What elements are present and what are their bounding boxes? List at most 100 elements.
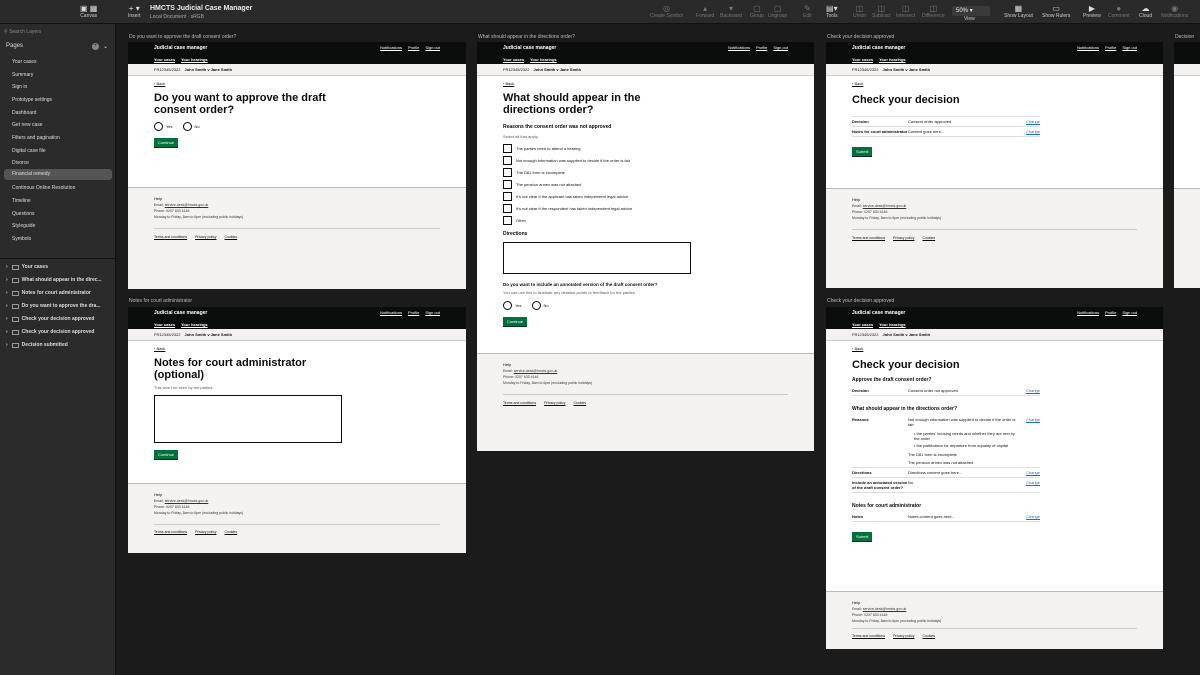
preview-button[interactable]: ▶ Preview	[1083, 4, 1101, 19]
artboard-decision-partial[interactable]	[1174, 42, 1200, 288]
artboard-label[interactable]: Decision	[1175, 34, 1194, 40]
add-page-icon[interactable]: +	[92, 43, 99, 50]
page-item[interactable]: Divorce	[12, 160, 29, 166]
cloud-button[interactable]: ☁ Cloud	[1139, 4, 1152, 19]
back-link[interactable]: ‹ Back	[154, 81, 466, 86]
page-item[interactable]: Timeline	[12, 198, 31, 204]
insert-button[interactable]: + ▾ Insert	[128, 4, 141, 19]
comment-button[interactable]: ● Comment	[1108, 4, 1130, 19]
canvas-button[interactable]: ▣ ▦ Canvas	[80, 4, 97, 19]
reason-checkbox[interactable]: The D81 form is incomplete	[503, 167, 814, 177]
page-item[interactable]: Filters and pagination	[12, 135, 60, 141]
page-item[interactable]: Summary	[12, 72, 33, 78]
reason-checkbox[interactable]: The pension annex was not attached	[503, 179, 814, 189]
layer-item[interactable]: › What should appear in the direc...	[6, 277, 102, 283]
layer-item[interactable]: › Notes for court administrator	[6, 290, 91, 296]
change-link[interactable]: Change	[1026, 119, 1040, 124]
intersect-button[interactable]: ◫ Intersect	[896, 4, 915, 19]
change-link[interactable]: Change	[1026, 480, 1040, 485]
ungroup-button[interactable]: ▢ Ungroup	[768, 4, 787, 19]
tools-button[interactable]: ▤▾ Tools	[826, 4, 838, 19]
artboard-icon	[11, 264, 19, 270]
change-link[interactable]: Change	[1026, 470, 1040, 475]
email-link[interactable]: service-desk@hmcts.gov.uk	[863, 607, 907, 611]
backward-button[interactable]: ▾ Backward	[720, 4, 742, 19]
approve-radios: Yes No	[154, 122, 466, 131]
email-link[interactable]: service-desk@hmcts.gov.uk	[863, 204, 907, 208]
artboard-directions[interactable]: Judicial case manager Notifications Profi…	[477, 42, 814, 451]
artboard-label[interactable]: Do you want to approve the draft consent…	[129, 34, 236, 40]
continue-button[interactable]: Continue	[503, 317, 528, 327]
reason-checkbox[interactable]: Not enough information was supplied to d…	[503, 155, 814, 165]
page-item[interactable]: Questions	[12, 211, 35, 217]
submit-button[interactable]: Submit	[852, 532, 873, 542]
back-link[interactable]: ‹ Back	[503, 81, 814, 86]
layer-item[interactable]: › Decision submitted	[6, 342, 68, 348]
notifications-button[interactable]: ◉ Notifications	[1161, 4, 1188, 19]
change-link[interactable]: Change	[1026, 388, 1040, 393]
change-link[interactable]: Change	[1026, 417, 1040, 422]
artboard-label[interactable]: What should appear in the directions ord…	[478, 34, 575, 40]
change-link[interactable]: Change	[1026, 129, 1040, 134]
change-link[interactable]: Change	[1026, 514, 1040, 519]
email-link[interactable]: service-desk@hmcts.gov.uk	[165, 499, 209, 503]
artboard-check-not-approved[interactable]: Judicial case manager Notifications Profi…	[826, 307, 1163, 649]
page-item[interactable]: Sign in	[12, 84, 27, 90]
page-item[interactable]: Digital case file	[12, 148, 46, 154]
chevron-down-icon[interactable]: ⌄	[103, 43, 108, 50]
directions-textarea[interactable]	[503, 242, 691, 274]
edit-button[interactable]: ✎ Edit	[803, 4, 812, 19]
page-item[interactable]: Get new case	[12, 122, 43, 128]
layer-item[interactable]: › Your cases	[6, 264, 48, 270]
page-item[interactable]: Your cases	[12, 59, 37, 65]
layer-item[interactable]: › Check your decision approved	[6, 329, 94, 335]
create-symbol-button[interactable]: ◎ Create Symbol	[650, 4, 683, 19]
page-item[interactable]: Styleguide	[12, 223, 35, 229]
group-button[interactable]: ▢ Group	[750, 4, 764, 19]
artboard-label[interactable]: Check your decision approved	[827, 298, 894, 304]
artboard-label[interactable]: Notes for court administrator	[129, 298, 192, 304]
layer-item[interactable]: › Check your decision approved	[6, 316, 94, 322]
artboard-icon	[11, 316, 19, 322]
forward-button[interactable]: ▴ Forward	[696, 4, 714, 19]
difference-button[interactable]: ◫ Difference	[922, 4, 945, 19]
notes-textarea[interactable]	[154, 395, 342, 443]
yes-radio[interactable]: Yes	[154, 122, 173, 131]
reason-checkbox[interactable]: It's not clear if the respondent has tak…	[503, 203, 814, 213]
page-item-selected[interactable]: Financial remedy	[4, 169, 112, 180]
back-link[interactable]: ‹ Back	[154, 346, 466, 351]
search-layers-input[interactable]: ⚲ Search Layers	[4, 27, 112, 37]
artboard-approve[interactable]: Judicial case manager Notifications Profi…	[128, 42, 466, 289]
show-rulers-button[interactable]: ▭ Show Rulers	[1042, 4, 1070, 19]
footer-divider	[154, 228, 440, 229]
artboard-label[interactable]: Check your decision approved	[827, 34, 894, 40]
artboard-notes[interactable]: Judicial case manager Notifications Profi…	[128, 307, 466, 553]
submit-button[interactable]: Submit	[852, 147, 873, 157]
email-link[interactable]: service-desk@hmcts.gov.uk	[165, 203, 209, 207]
page-item[interactable]: Dashboard	[12, 110, 36, 116]
case-bar: FR12345/2322 John Smith v Jane Smith	[826, 64, 1163, 76]
case-bar	[1174, 64, 1200, 76]
layer-item[interactable]: › Do you want to approve the dra...	[6, 303, 101, 309]
union-button[interactable]: ◫ Union	[853, 4, 866, 19]
page-item[interactable]: Continous Online Resolution	[12, 185, 75, 191]
continue-button[interactable]: Continue	[154, 138, 179, 148]
no-radio[interactable]: No	[182, 122, 200, 131]
page-item[interactable]: Prototype settings	[12, 97, 52, 103]
page-item[interactable]: Symbols	[12, 236, 31, 242]
back-link[interactable]: ‹ Back	[852, 346, 1163, 351]
zoom-select[interactable]: 50% ▾	[952, 6, 990, 16]
reason-checkbox[interactable]: The parties need to attend a hearing	[503, 143, 814, 153]
reason-checkbox[interactable]: It's not clear if the applicant has take…	[503, 191, 814, 201]
subtract-button[interactable]: ◫ Subtract	[872, 4, 891, 19]
yes-radio[interactable]: Yes	[503, 301, 522, 310]
continue-button[interactable]: Continue	[154, 450, 179, 460]
show-layout-button[interactable]: ▦ Show Layout	[1004, 4, 1033, 19]
reason-checkbox[interactable]: Other	[503, 215, 814, 225]
artboard-check-approved[interactable]: Judicial case manager Notifications Profi…	[826, 42, 1163, 288]
email-link[interactable]: service-desk@hmcts.gov.uk	[514, 369, 558, 373]
back-link[interactable]: ‹ Back	[852, 81, 1163, 86]
no-radio[interactable]: No	[531, 301, 549, 310]
footer-links: Terms and conditions Privacy policy Cookie…	[154, 235, 238, 239]
view-button[interactable]: View	[964, 16, 975, 22]
